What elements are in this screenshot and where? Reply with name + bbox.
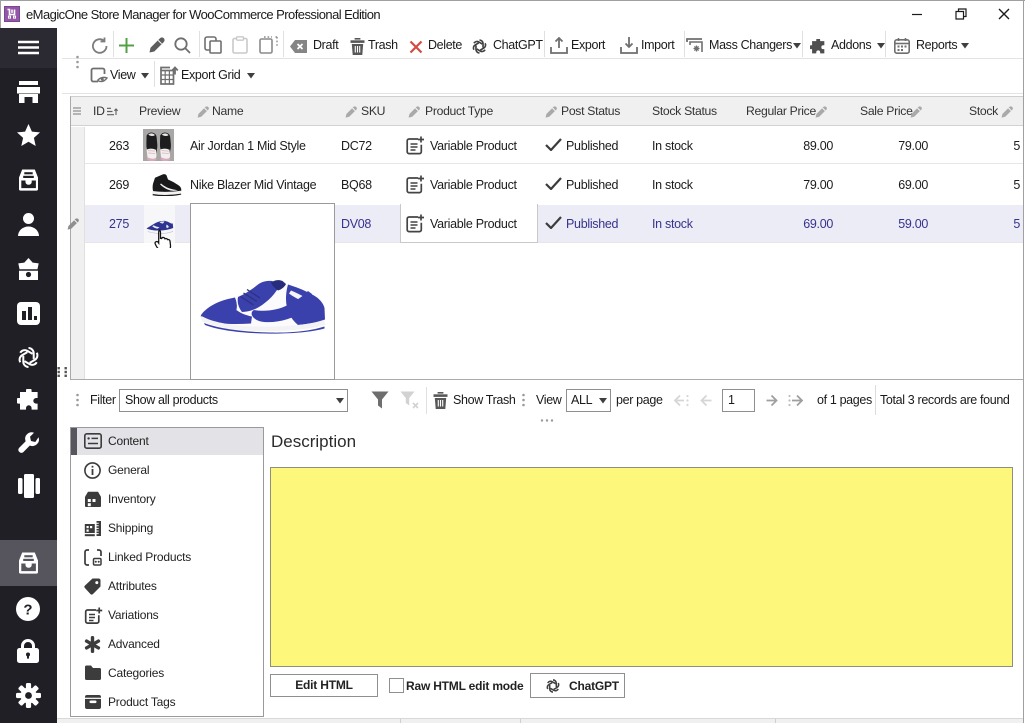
svg-text:?: ? [23,602,32,619]
